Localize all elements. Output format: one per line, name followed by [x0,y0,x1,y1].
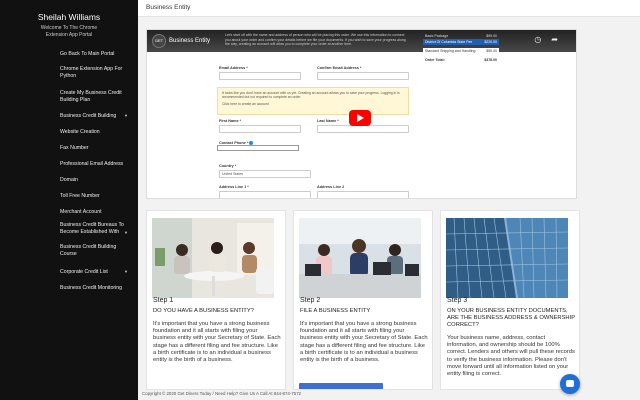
email-field[interactable] [219,72,301,80]
sidebar-item-label: Business Credit Building [60,113,117,119]
sidebar-item-corporate-list[interactable]: Corporate Credit List ▼ [0,264,138,280]
sidebar-item-course[interactable]: Business Credit Building Course [0,242,138,264]
sidebar-item-label: Corporate Credit List [60,269,108,275]
clock-icon[interactable]: ◷ [534,35,551,44]
step-action-button[interactable] [299,383,383,389]
form-intro-text: Let's start off with the name and addres… [225,33,406,46]
footer-copyright: Copyright © 2020 Get Diners Today / Need… [142,391,302,396]
sidebar-item-label: Business Credit Bureaus To Become Establ… [60,222,124,235]
step-heading: FILE A BUSINESS ENTITY [300,308,371,314]
sidebar-item-domain[interactable]: Domain [0,172,138,188]
summary-value: $99.00 [486,34,497,38]
address-line-2-label: Address Line 2 [317,185,345,189]
address-line-1-label: Address Line 1 * [219,185,249,189]
sidebar-item-website[interactable]: Website Creation [0,124,138,140]
address-line-2-field[interactable] [317,191,409,198]
account-notice: It looks like you don't have an account … [217,87,409,115]
video-title[interactable]: Business Entity [169,38,210,44]
last-name-label: Last Name * [317,119,339,123]
sidebar-item-label: Toll Free Number [60,193,100,199]
sidebar-item-label: Business Credit Building Course [60,244,117,257]
step-card-1: Step 1 DO YOU HAVE A BUSINESS ENTITY? It… [146,210,286,390]
chevron-down-icon: ▼ [124,230,128,235]
sidebar-item-chrome-extension[interactable]: Chrome Extension App For Python [0,63,138,84]
page-title: Business Entity [146,4,191,11]
sidebar-item-credit-bureaus[interactable]: Business Credit Bureaus To Become Establ… [0,220,138,242]
confirm-email-label: Confirm Email Address * [317,66,362,70]
step-number: Step 3 [447,297,468,304]
notice-text: It looks like you don't have an account … [222,91,400,100]
sidebar-item-label: Chrome Extension App For Python [60,66,123,79]
summary-label: District Of Columbia State Fee [425,40,473,44]
step-card-3: Step 3 ON YOUR BUSINESS ENTITY DOCUMENTS… [440,210,580,390]
step-card-2: Step 2 FILE A BUSINESS ENTITY It's impor… [293,210,433,390]
last-name-field[interactable] [317,125,409,133]
summary-label: Basic Package [425,34,449,38]
user-name: Sheilah Williams [37,12,101,22]
contact-phone-field[interactable] [217,145,299,151]
sidebar-item-label: Fax Number [60,145,89,151]
sidebar-item-credit-building[interactable]: Business Credit Building ▼ [0,109,138,124]
sidebar-item-fax[interactable]: Fax Number [0,140,138,156]
sidebar-item-monitoring[interactable]: Business Credit Monitoring [0,280,138,296]
step-heading: DO YOU HAVE A BUSINESS ENTITY? [153,308,254,314]
first-name-field[interactable] [219,125,301,133]
sidebar-item-merchant[interactable]: Merchant Account [0,204,138,220]
email-label: Email Address * [219,66,248,70]
first-name-label: First Name * [219,119,242,123]
video-header: GET Business Entity Let's start off with… [147,30,576,63]
confirm-email-field[interactable] [317,72,409,80]
summary-label: Order Total: [425,58,445,62]
top-header: Business Entity [138,0,640,17]
video-player[interactable]: GET Business Entity Let's start off with… [146,29,577,199]
office-building-photo [446,218,568,298]
sidebar-item-label: Merchant Account [60,209,102,215]
country-label: Country * [219,164,237,168]
summary-value: $378.00 [484,58,497,62]
sidebar-item-email[interactable]: Professional Email Address [0,156,138,172]
step-number: Step 1 [153,297,174,304]
country-value: United States [222,172,244,176]
welcome-line-1: Welcome To The Chrome [40,25,98,31]
sidebar: Sheilah Williams Welcome To The Chrome E… [0,0,138,400]
sidebar-nav: Go Back To Main Portal Chrome Extension … [0,44,138,296]
sidebar-item-label: Business Credit Monitoring [60,285,122,291]
profile-header: Sheilah Williams Welcome To The Chrome E… [0,0,138,44]
step-body: It's important that you have a strong bu… [300,321,428,364]
video-actions: ◷➦ [534,35,568,44]
sidebar-item-toll-free[interactable]: Toll Free Number [0,188,138,204]
summary-row: Standard Shipping and Handling $59.00 [423,48,499,54]
summary-label: Standard Shipping and Handling [425,49,476,53]
country-select[interactable]: United States [219,170,311,178]
office-meeting-photo [152,218,274,298]
welcome-line-2: Extension App Portal [45,32,93,38]
sidebar-item-label: Professional Email Address [60,161,124,167]
sidebar-item-label: Website Creation [60,129,100,135]
step-number: Step 2 [300,297,321,304]
chevron-down-icon: ▼ [124,269,128,274]
summary-row: District Of Columbia State Fee $220.00 [423,39,499,45]
office-workers-photo [299,218,421,298]
share-icon[interactable]: ➦ [551,35,568,44]
chat-icon[interactable] [560,374,580,394]
sidebar-item-label: Domain [60,177,78,183]
sidebar-item-label: Go Back To Main Portal [60,51,115,57]
summary-value: $59.00 [486,49,497,53]
sidebar-item-go-back[interactable]: Go Back To Main Portal [0,44,138,63]
sidebar-item-credit-plan[interactable]: Create My Business Credit Building Plan [0,84,138,109]
step-body: It's important that you have a strong bu… [153,321,281,364]
order-summary: Basic Package $99.00 District Of Columbia… [423,33,499,63]
address-line-1-field[interactable] [219,191,311,198]
youtube-play-icon[interactable] [349,110,371,126]
sidebar-item-label: Create My Business Credit Building Plan [60,90,122,103]
step-heading: ON YOUR BUSINESS ENTITY DOCUMENTS, ARE T… [447,308,575,328]
summary-total: Order Total: $378.00 [423,57,499,63]
step-body: Your business name, address, contact inf… [447,335,575,378]
create-account-link[interactable]: Click here to create an account [222,102,404,106]
channel-logo[interactable]: GET [152,34,166,48]
summary-value: $220.00 [484,40,497,44]
chevron-down-icon: ▼ [124,113,128,118]
